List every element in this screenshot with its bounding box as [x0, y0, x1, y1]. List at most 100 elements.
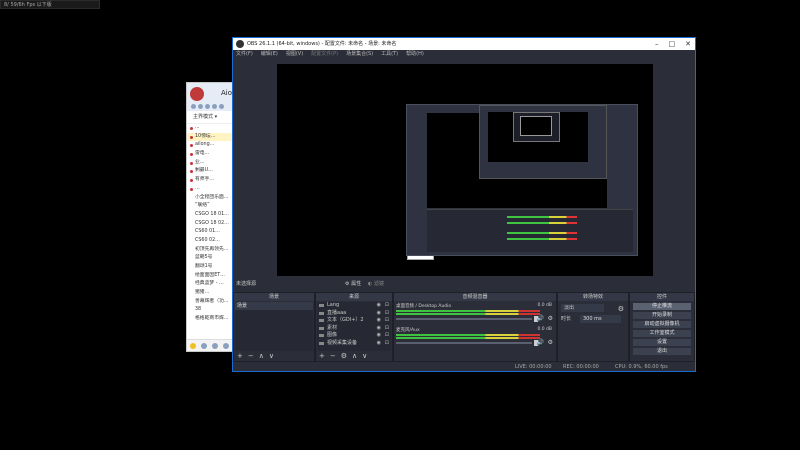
volume-slider[interactable] — [396, 342, 532, 344]
contact-list-item[interactable]: 雷电… — [187, 150, 235, 159]
remove-source-button[interactable]: − — [330, 352, 336, 360]
control-button[interactable]: 开始录制 — [633, 312, 691, 319]
source-item[interactable]: 文本（GDI+）2 ◉ ⊡ — [317, 317, 391, 325]
track-name: 麦克风/Aux — [396, 328, 420, 333]
group-icon[interactable] — [198, 104, 203, 109]
track-settings-icon[interactable]: ⚙ — [548, 315, 553, 322]
contact-list-item[interactable]: 38 — [187, 306, 235, 315]
lock-icon[interactable]: ⊡ — [385, 302, 389, 310]
mic-icon[interactable] — [201, 342, 207, 349]
visibility-icon[interactable]: ◉ — [377, 332, 381, 340]
lock-icon[interactable]: ⊡ — [385, 310, 389, 318]
contact-list-item[interactable]: … — [187, 185, 235, 194]
contact-name: 业… — [195, 159, 205, 165]
emoji-icon[interactable] — [190, 342, 196, 349]
contact-list-item[interactable]: 经典蓝梦 - … — [187, 280, 235, 289]
source-item[interactable]: 素材 ◉ ⊡ — [317, 325, 391, 333]
transition-select[interactable]: 淡出 — [561, 304, 604, 312]
chat-mode-selector[interactable]: 主界模式 ▾ — [187, 111, 235, 124]
visibility-icon[interactable]: ◉ — [377, 317, 381, 325]
visibility-icon[interactable]: ◉ — [377, 310, 381, 318]
contact-list-item[interactable]: 绘面面因ET… — [187, 272, 235, 281]
chat-app-window[interactable]: Aiol 主界模式 ▾ ... 10惊坛… ailong… 雷电… 业… 剩最U… 有师手…… — [186, 82, 236, 352]
source-item[interactable]: Lang ◉ ⊡ — [317, 302, 391, 310]
source-toolbar: 未选择源 ⚙ 属性 ◐ 滤镜 — [233, 280, 695, 289]
control-button[interactable]: 停止推流 — [633, 303, 691, 310]
contact-list-item[interactable]: 小全程团乐面… — [187, 194, 235, 203]
speaker-icon[interactable]: 🔊 — [537, 339, 544, 346]
duration-input[interactable]: 300 ms — [580, 315, 621, 323]
contact-list-item[interactable]: 格格乾商市辉… — [187, 315, 235, 324]
control-button[interactable]: 工作室模式 — [633, 330, 691, 337]
contact-list-item[interactable]: “联络” — [187, 202, 235, 211]
menu-item[interactable]: 编辑(E) — [261, 50, 278, 59]
contact-list-item[interactable]: 有师手… — [187, 176, 235, 185]
move-up-button[interactable]: ∧ — [259, 352, 264, 360]
lock-icon[interactable]: ⊡ — [385, 332, 389, 340]
avatar[interactable] — [190, 87, 204, 101]
contacts-icon[interactable] — [191, 104, 196, 109]
track-settings-icon[interactable]: ⚙ — [548, 339, 553, 346]
move-down-button[interactable]: ∨ — [269, 352, 274, 360]
lock-icon[interactable]: ⊡ — [385, 340, 389, 348]
source-item[interactable]: 图像 ◉ ⊡ — [317, 332, 391, 340]
cpu-status: CPU: 0.9%, 60.00 fps — [615, 364, 668, 370]
source-settings-icon[interactable]: ⚙ — [341, 352, 347, 360]
contact-list-item[interactable]: 剩最U… — [187, 167, 235, 176]
contact-list-item[interactable]: 10惊坛… — [187, 132, 235, 142]
contact-list-item[interactable]: 业… — [187, 159, 235, 168]
lock-icon[interactable]: ⊡ — [385, 325, 389, 333]
mail-icon[interactable] — [212, 104, 217, 109]
contact-list-item[interactable]: 蓝朝5号 — [187, 254, 235, 263]
menu-item[interactable]: 配置文件(P) — [311, 50, 338, 59]
control-button[interactable]: 设置 — [633, 339, 691, 346]
lock-icon[interactable]: ⊡ — [385, 317, 389, 325]
move-up-button[interactable]: ∧ — [352, 352, 357, 360]
source-item[interactable]: 直播aaa ◉ ⊡ — [317, 310, 391, 318]
contact-list-item[interactable]: 善幕辉者（功… — [187, 298, 235, 307]
add-scene-button[interactable]: + — [237, 352, 243, 360]
properties-button[interactable]: ⚙ 属性 — [345, 280, 361, 289]
contact-name: 10惊坛… — [195, 133, 216, 139]
transition-settings-icon[interactable]: ⚙ — [618, 305, 624, 313]
contact-list-item[interactable]: 猪猪… — [187, 289, 235, 298]
contact-list-item[interactable]: ... — [187, 124, 235, 133]
mail-icon[interactable] — [212, 342, 218, 349]
contact-list-item[interactable]: ailong… — [187, 141, 235, 150]
contact-list-item[interactable]: CS60 01… — [187, 228, 235, 237]
move-down-button[interactable]: ∨ — [362, 352, 367, 360]
space-icon[interactable] — [205, 104, 210, 109]
contact-list-item[interactable]: CS60 02… — [187, 237, 235, 246]
game-icon[interactable] — [219, 104, 224, 109]
add-source-button[interactable]: + — [319, 352, 325, 360]
visibility-icon[interactable]: ◉ — [377, 325, 381, 333]
control-button[interactable]: 启动虚拟摄像机 — [633, 321, 691, 328]
speaker-icon[interactable]: 🔊 — [537, 315, 544, 322]
visibility-icon[interactable]: ◉ — [377, 340, 381, 348]
menu-item[interactable]: 场景集合(S) — [346, 50, 373, 59]
menu-icon[interactable] — [223, 342, 229, 349]
menu-item[interactable]: 工具(T) — [381, 50, 398, 59]
volume-slider[interactable] — [396, 318, 532, 320]
menu-item[interactable]: 视图(V) — [286, 50, 303, 59]
visibility-icon[interactable]: ◉ — [377, 302, 381, 310]
obs-window[interactable]: OBS 26.1.1 (64-bit, windows) - 配置文件: 未命名… — [232, 37, 696, 372]
contact-list-item[interactable]: 初顶先再领先… — [187, 246, 235, 255]
menu-item[interactable]: 文件(F) — [236, 50, 253, 59]
control-button[interactable]: 退出 — [633, 348, 691, 355]
chat-header: Aiol — [187, 83, 235, 111]
title-bar[interactable]: OBS 26.1.1 (64-bit, windows) - 配置文件: 未命名… — [233, 38, 695, 50]
contact-list-item[interactable]: CSGO 18 02… — [187, 220, 235, 229]
preview-canvas[interactable] — [277, 64, 653, 276]
contact-list-item[interactable]: 翻颂1号 — [187, 263, 235, 272]
minimize-icon[interactable]: – — [655, 38, 659, 50]
menu-item[interactable]: 帮助(H) — [406, 50, 424, 59]
source-item[interactable]: 视频采集设备 ◉ ⊡ — [317, 340, 391, 348]
remove-scene-button[interactable]: − — [248, 352, 254, 360]
scene-item[interactable]: 场景 — [235, 302, 313, 310]
contact-list-item[interactable]: CSGO 18 01… — [187, 211, 235, 220]
close-icon[interactable]: ✕ — [685, 38, 691, 50]
filters-button[interactable]: ◐ 滤镜 — [368, 280, 384, 289]
maximize-icon[interactable]: □ — [669, 38, 676, 50]
status-dot — [190, 170, 193, 174]
